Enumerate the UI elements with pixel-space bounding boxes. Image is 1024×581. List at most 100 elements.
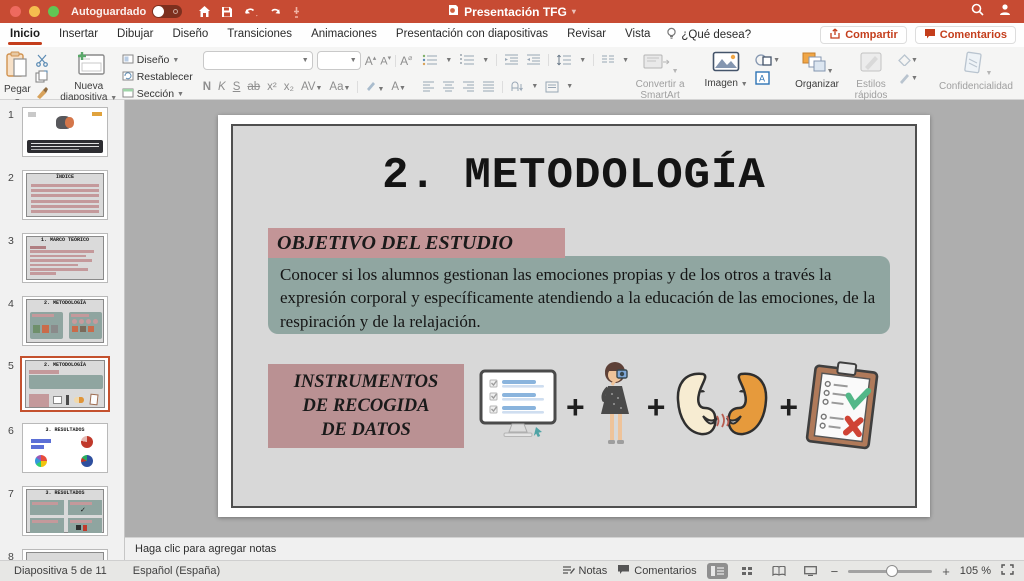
tab-dibujar[interactable]: Dibujar xyxy=(117,24,153,46)
reset-button[interactable]: Restablecer xyxy=(122,70,193,84)
slide-thumbnail-5-selected[interactable]: 2. METODOLOGÍA xyxy=(20,356,110,412)
zoom-slider[interactable] xyxy=(848,570,932,573)
pointer-tool-icon[interactable] xyxy=(292,6,301,18)
outdent-icon[interactable] xyxy=(504,54,519,66)
bold-button[interactable]: N xyxy=(203,81,211,93)
char-spacing-button[interactable]: AV▼ xyxy=(301,81,322,93)
indent-icon[interactable] xyxy=(526,54,541,66)
new-slide-button[interactable]: Nueva diapositiva ▼ xyxy=(60,51,118,104)
organize-button[interactable]: ▼ Organizar xyxy=(790,51,844,90)
slideshow-view-button[interactable] xyxy=(800,563,821,579)
text-box-icon[interactable]: A xyxy=(755,71,780,85)
objective-heading[interactable]: OBJETIVO DEL ESTUDIO xyxy=(268,228,565,258)
notes-toggle[interactable]: Notas xyxy=(562,564,608,578)
change-case-button[interactable]: Aa▼ xyxy=(329,81,350,93)
align-center-icon[interactable] xyxy=(442,81,455,92)
talking-masks-icon[interactable] xyxy=(673,372,771,443)
zoom-slider-knob[interactable] xyxy=(886,565,898,577)
title-chevron-icon[interactable]: ▾ xyxy=(572,7,576,16)
tell-me-box[interactable]: ¿Qué desea? xyxy=(666,27,751,43)
paste-button[interactable]: Pegar ▼ xyxy=(4,51,31,107)
zoom-percentage[interactable]: 105 % xyxy=(960,565,991,577)
bullets-icon[interactable] xyxy=(422,54,438,66)
search-icon[interactable] xyxy=(971,3,984,21)
clear-format-button[interactable]: A⌀ xyxy=(400,54,412,68)
shape-outline-icon[interactable]: ▼ xyxy=(898,71,918,85)
survey-monitor-icon[interactable] xyxy=(478,369,558,446)
save-icon[interactable] xyxy=(221,6,233,18)
slide-editor[interactable]: 2. METODOLOGÍA OBJETIVO DEL ESTUDIO Cono… xyxy=(218,115,930,517)
undo-icon[interactable] xyxy=(243,6,259,18)
slide-thumbnail-1[interactable] xyxy=(22,107,108,157)
strikethrough-button[interactable]: ab xyxy=(247,81,260,93)
font-color-button[interactable]: A▼ xyxy=(391,81,406,93)
tab-diseno[interactable]: Diseño xyxy=(172,24,208,46)
checklist-clipboard-icon[interactable] xyxy=(801,356,886,457)
tab-revisar[interactable]: Revisar xyxy=(567,24,606,46)
notes-pane[interactable]: Haga clic para agregar notas xyxy=(125,537,1024,560)
slide-thumbnail-2[interactable]: ÍNDICE xyxy=(22,170,108,220)
highlight-button[interactable]: ▼ xyxy=(365,80,384,94)
format-painter-icon[interactable] xyxy=(35,85,50,99)
instruments-heading[interactable]: INSTRUMENTOS DE RECOGIDA DE DATOS xyxy=(268,364,464,448)
italic-button[interactable]: K xyxy=(218,81,226,93)
layout-button[interactable]: Diseño▼ xyxy=(122,53,193,67)
font-size-select[interactable]: ▼ xyxy=(317,51,361,70)
section-button[interactable]: Sección▼ xyxy=(122,87,193,101)
confidentiality-button[interactable]: ▼ Confidencialidad xyxy=(928,51,1024,92)
comments-button[interactable]: Comentarios xyxy=(915,26,1016,44)
superscript-button[interactable]: x² xyxy=(267,81,277,93)
line-spacing-icon[interactable] xyxy=(556,54,572,66)
slide-title[interactable]: 2. METODOLOGÍA xyxy=(218,151,930,201)
quick-styles-button[interactable]: Estilos rápidos xyxy=(848,51,894,101)
tab-inicio[interactable]: Inicio xyxy=(10,24,40,46)
zoom-in-button[interactable]: + xyxy=(942,564,950,579)
align-text-icon[interactable] xyxy=(545,81,559,93)
close-button[interactable] xyxy=(10,6,21,17)
slide-thumbnail-8[interactable] xyxy=(22,549,108,560)
text-direction-icon[interactable] xyxy=(510,81,524,93)
shapes-icon[interactable]: ▼ xyxy=(755,53,780,67)
shrink-font-button[interactable]: A▾ xyxy=(380,54,391,68)
slide-canvas[interactable]: 2. METODOLOGÍA OBJETIVO DEL ESTUDIO Cono… xyxy=(125,100,1024,537)
tab-vista[interactable]: Vista xyxy=(625,24,650,46)
account-icon[interactable] xyxy=(998,3,1012,21)
maximize-button[interactable] xyxy=(48,6,59,17)
align-left-icon[interactable] xyxy=(422,81,435,92)
home-icon[interactable] xyxy=(198,5,211,18)
redo-icon[interactable] xyxy=(269,6,282,18)
font-name-select[interactable]: ▼ xyxy=(203,51,313,70)
share-button[interactable]: Compartir xyxy=(820,26,907,44)
slide-thumbnail-4[interactable]: 2. METODOLOGÍA xyxy=(22,296,108,346)
tab-insertar[interactable]: Insertar xyxy=(59,24,98,46)
shape-fill-icon[interactable]: ▼ xyxy=(898,53,918,67)
objective-text-box[interactable]: Conocer si los alumnos gestionan las emo… xyxy=(268,256,890,334)
tab-presentacion[interactable]: Presentación con diapositivas xyxy=(396,24,548,46)
justify-icon[interactable] xyxy=(482,81,495,92)
slide-counter[interactable]: Diapositiva 5 de 11 xyxy=(14,565,107,577)
tab-transiciones[interactable]: Transiciones xyxy=(227,24,292,46)
slide-thumbnail-7[interactable]: 3. RESULTADOS ✓ xyxy=(22,486,108,536)
insert-image-button[interactable]: Imagen ▼ xyxy=(701,51,751,90)
underline-button[interactable]: S xyxy=(233,81,241,93)
fullscreen-icon[interactable] xyxy=(1001,564,1014,578)
columns-icon[interactable] xyxy=(601,54,615,66)
comments-toggle[interactable]: Comentarios xyxy=(617,564,696,578)
align-right-icon[interactable] xyxy=(462,81,475,92)
slide-thumbnail-6[interactable]: 3. RESULTADOS xyxy=(22,423,108,473)
cut-icon[interactable] xyxy=(35,53,50,67)
photographer-girl-icon[interactable] xyxy=(593,360,639,455)
convert-smartart-button[interactable]: ▼ Convertir a SmartArt xyxy=(629,51,691,101)
zoom-out-button[interactable]: − xyxy=(831,564,839,579)
reading-view-button[interactable] xyxy=(769,563,790,579)
minimize-button[interactable] xyxy=(29,6,40,17)
slide-sorter-view-button[interactable] xyxy=(738,563,759,579)
copy-icon[interactable] xyxy=(35,69,50,83)
subscript-button[interactable]: x₂ xyxy=(284,81,294,93)
numbering-icon[interactable] xyxy=(459,54,475,66)
slide-thumbnail-3[interactable]: 1. MARCO TEÓRICO xyxy=(22,233,108,283)
autosave-toggle[interactable] xyxy=(152,5,182,18)
normal-view-button[interactable] xyxy=(707,563,728,579)
grow-font-button[interactable]: A▴ xyxy=(365,54,377,68)
document-title[interactable]: Presentación TFG xyxy=(464,5,567,19)
